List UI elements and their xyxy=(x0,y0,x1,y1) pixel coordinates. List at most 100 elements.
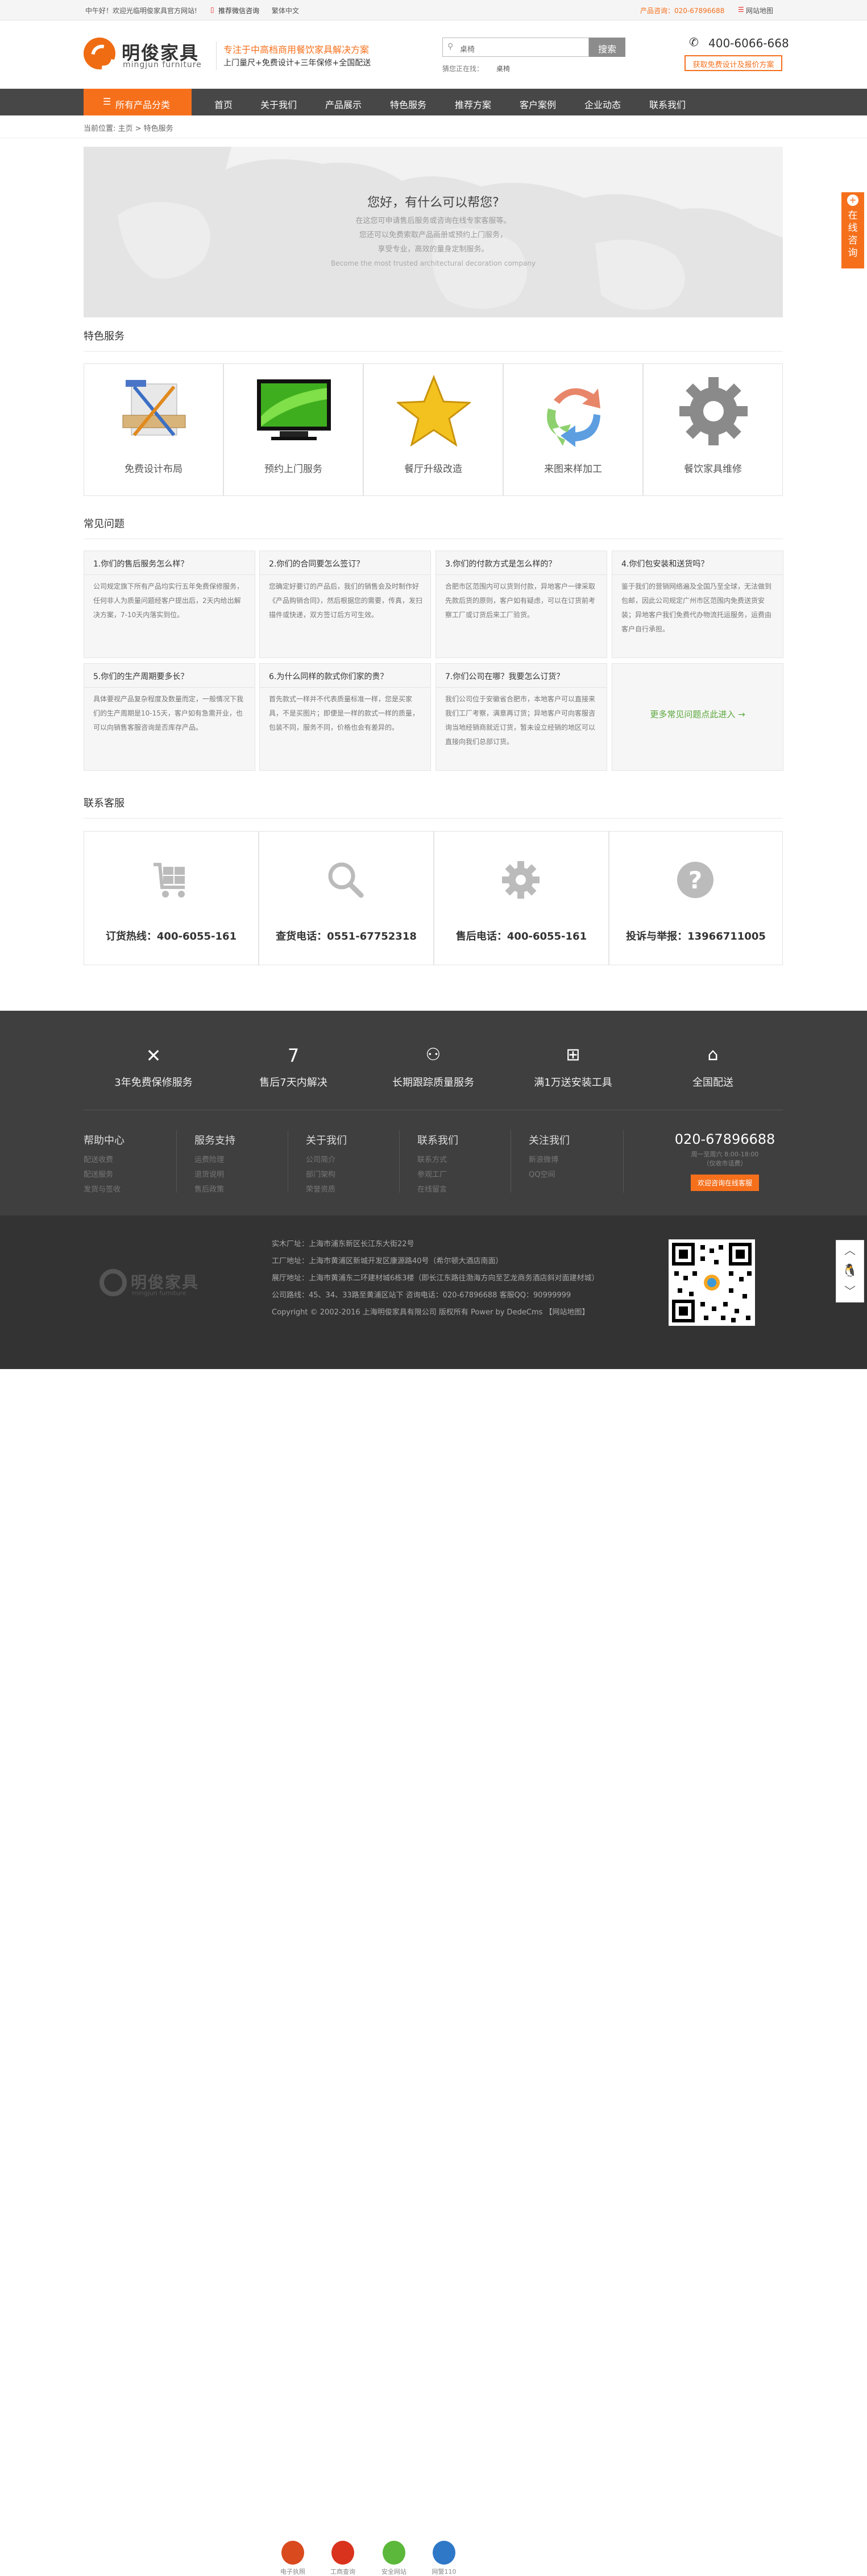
footer-link[interactable]: 售后政策 xyxy=(194,1182,235,1197)
faq-answer: 鉴于我们的营销网络遍及全国乃至全球，无法做到包邮，因此公司规定广州市区范围内免费… xyxy=(621,582,772,633)
divider xyxy=(84,351,783,352)
footer-services: ✕ 3年免费保修服务 7 售后7天内解决 ⚇ 长期跟踪质量服务 ⊞ 满1万送安装… xyxy=(0,1011,867,1215)
footer-link[interactable]: 部门架构 xyxy=(306,1168,347,1182)
search-value: 桌椅 xyxy=(460,46,475,54)
nav-cases[interactable]: 客户案例 xyxy=(520,97,556,111)
sitemap-link[interactable]: 网站地图 xyxy=(746,6,773,15)
feature-card[interactable]: 餐饮家具维修 xyxy=(643,363,783,496)
question-icon: ? xyxy=(677,862,713,898)
footer-address-block: 实木厂址：上海市浦东新区长江东大街22号 工厂地址：上海市黄浦区新城开发区康源路… xyxy=(272,1236,599,1321)
quote-button[interactable]: 获取免费设计及报价方案 xyxy=(685,55,782,71)
faq-question: 7.你们公司在哪？我要怎么订货？ xyxy=(436,664,607,688)
faq-answer: 合肥市区范围内可以货到付款，异地客户一律采取先款后货的原则，客户如有疑虑，可以在… xyxy=(445,582,596,619)
footer-col-follow: 关注我们 新浪微博 QQ空间 xyxy=(529,1132,570,1182)
nav-home[interactable]: 首页 xyxy=(214,97,233,111)
contact-title: 联系客服 xyxy=(84,797,125,809)
feature-card[interactable]: 餐厅升级改造 xyxy=(363,363,503,496)
footer-link[interactable]: 配送收费 xyxy=(84,1153,125,1168)
faq-more-link[interactable]: 更多常见问题点此进入 → xyxy=(612,664,783,720)
footer-link[interactable]: 配送服务 xyxy=(84,1168,125,1182)
traditional-link[interactable]: 繁体中文 xyxy=(272,6,299,15)
footer-link[interactable]: 联系方式 xyxy=(417,1153,458,1168)
footer-col-title: 关于我们 xyxy=(306,1135,347,1147)
footer-line: 展厅地址：上海市黄浦东二环建材城6栋3楼（即长江东路往渤海方向至艺龙商务酒店斜对… xyxy=(272,1274,599,1283)
seven-icon: 7 xyxy=(287,1045,300,1066)
gift-icon: ⊞ xyxy=(566,1045,580,1065)
nav-news[interactable]: 企业动态 xyxy=(584,97,621,111)
contact-card[interactable]: 售后电话：400-6055-161 xyxy=(434,831,609,965)
footer-link[interactable]: 退货说明 xyxy=(194,1168,235,1182)
faq-answer: 公司规定旗下所有产品均实行五年免费保修服务，任何非人为质量问题经客户提出后，2天… xyxy=(93,582,244,619)
badge-license[interactable]: 电子执照 xyxy=(274,2541,312,2576)
nav-contact[interactable]: 联系我们 xyxy=(649,97,686,111)
nav-services[interactable]: 特色服务 xyxy=(390,97,426,111)
footer-phone: 020-67896688 xyxy=(674,1131,775,1147)
nav-about[interactable]: 关于我们 xyxy=(260,97,297,111)
feature-card[interactable]: 来图来样加工 xyxy=(503,363,643,496)
footer-link[interactable]: 公司简介 xyxy=(306,1153,347,1168)
faq-card[interactable]: 3.你们的付款方式是怎么样的？ 合肥市区范围内可以货到付款，异地客户一律采取先款后… xyxy=(435,551,607,658)
license-badge-icon xyxy=(281,2541,304,2565)
feature-card[interactable]: 预约上门服务 xyxy=(223,363,363,496)
contact-card[interactable]: 订货热线：400-6055-161 xyxy=(84,831,259,965)
footer-link[interactable]: 在线留言 xyxy=(417,1182,458,1197)
online-consult-tab[interactable]: + 在线咨询 xyxy=(841,192,864,268)
search-input[interactable]: ⚲ 桌椅 xyxy=(442,38,589,57)
faq-card[interactable]: 5.你们的生产周期要多长？ 具体要视产品复杂程度及数量而定，一般情况下我们的生产周… xyxy=(84,663,255,771)
qq-icon[interactable]: 🐧 xyxy=(836,1261,864,1281)
business-badge-icon xyxy=(331,2541,354,2565)
recycle-arrows-icon xyxy=(547,388,600,447)
footer-link[interactable]: 新浪微博 xyxy=(529,1153,570,1168)
divider xyxy=(216,42,217,70)
footer-link[interactable]: 发货与签收 xyxy=(84,1182,125,1197)
faq-answer: 我们公司位于安徽省合肥市，本地客户可以直接来我们工厂考察，满意再订货；异地客户可… xyxy=(445,695,596,746)
features-title: 特色服务 xyxy=(84,330,125,342)
service-label: 3年免费保修服务 xyxy=(114,1077,193,1089)
slogan-sub: 上门量尺+免费设计+三年保修+全国配送 xyxy=(223,59,371,68)
nav-solutions[interactable]: 推荐方案 xyxy=(455,97,491,111)
footer-link[interactable]: 运费险理 xyxy=(194,1153,235,1168)
search-hint-link[interactable]: 桌椅 xyxy=(496,64,510,73)
faq-card[interactable]: 4.你们包安装和送货吗？ 鉴于我们的营销网络遍及全国乃至全球，无法做到包邮，因此公… xyxy=(612,551,783,658)
product-phone: 产品咨询：020-67896688 xyxy=(640,7,725,15)
search-button[interactable]: 搜索 xyxy=(589,38,625,57)
contact-label: 订货热线：400-6055-161 xyxy=(105,931,237,942)
service-item: ⊞ 满1万送安装工具 xyxy=(505,1045,641,1089)
contact-card[interactable]: 查货电话：0551-67752318 xyxy=(259,831,434,965)
badge-secure[interactable]: 安全网站 xyxy=(375,2541,413,2576)
service-label: 全国配送 xyxy=(692,1077,733,1089)
contact-card[interactable]: ? 投诉与举报：13966711005 xyxy=(609,831,783,965)
faq-card[interactable]: 6.为什么同样的款式你们家的贵？ 首先款式一样并不代表质量标准一样，您是买家具，不… xyxy=(259,663,431,771)
divider xyxy=(623,1130,624,1193)
feature-label: 来图来样加工 xyxy=(544,464,602,475)
scroll-up-icon[interactable]: ︿ xyxy=(836,1241,864,1261)
footer-link[interactable]: 荣誉资质 xyxy=(306,1182,347,1197)
online-service-button[interactable]: 欢迎咨询在线客服 xyxy=(690,1175,759,1191)
banner-text: 在这您可申请售后服务或咨询在线专家客服等。 您还可以免费索取产品画册或预约上门服… xyxy=(84,214,783,257)
phone-icon: ✆ xyxy=(689,35,699,49)
scroll-down-icon[interactable]: ﹀ xyxy=(836,1281,864,1302)
main-nav: ☰ 所有产品分类 首页 关于我们 产品展示 特色服务 推荐方案 客户案例 企业动… xyxy=(0,89,867,115)
footer-hours: 周一至周六 8:00-18:00 xyxy=(691,1151,759,1158)
service-item: 7 售后7天内解决 xyxy=(225,1045,362,1089)
category-menu[interactable]: ☰ 所有产品分类 xyxy=(84,89,192,115)
nav-products[interactable]: 产品展示 xyxy=(325,97,362,111)
faq-card[interactable]: 2.你们的合同要怎么签订？ 您确定好要订的产品后，我们的销售会及时制作好《产品购销… xyxy=(259,551,431,658)
monitor-icon xyxy=(257,379,331,440)
footer-link[interactable]: 参观工厂 xyxy=(417,1168,458,1182)
logo-subtext: mingjun furniture xyxy=(123,60,202,69)
badge-police[interactable]: 网警110 xyxy=(425,2541,463,2576)
divider xyxy=(399,1130,400,1193)
badge-business[interactable]: 工商查询 xyxy=(324,2541,362,2576)
feature-card[interactable]: 免费设计布局 xyxy=(84,363,223,496)
faq-card[interactable]: 1.你们的售后服务怎么样？ 公司规定旗下所有产品均实行五年免费保修服务，任何非人为… xyxy=(84,551,255,658)
search-hint-label: 猜您正在找： xyxy=(442,65,484,73)
wechat-link[interactable]: 推荐微信咨询 xyxy=(218,6,259,15)
footer-col-title: 联系我们 xyxy=(417,1135,458,1147)
faq-card[interactable]: 7.你们公司在哪？我要怎么订货？ 我们公司位于安徽省合肥市，本地客户可以直接来我们… xyxy=(435,663,607,771)
menu-icon: ☰ xyxy=(103,96,111,107)
faq-more-card[interactable]: 更多常见问题点此进入 → xyxy=(612,663,783,771)
footer-link[interactable]: QQ空间 xyxy=(529,1168,570,1182)
qr-code xyxy=(669,1239,755,1326)
top-bar: 中午好！欢迎光临明俊家具官方网站! ▯ 推荐微信咨询 繁体中文 产品咨询：020… xyxy=(0,0,867,20)
